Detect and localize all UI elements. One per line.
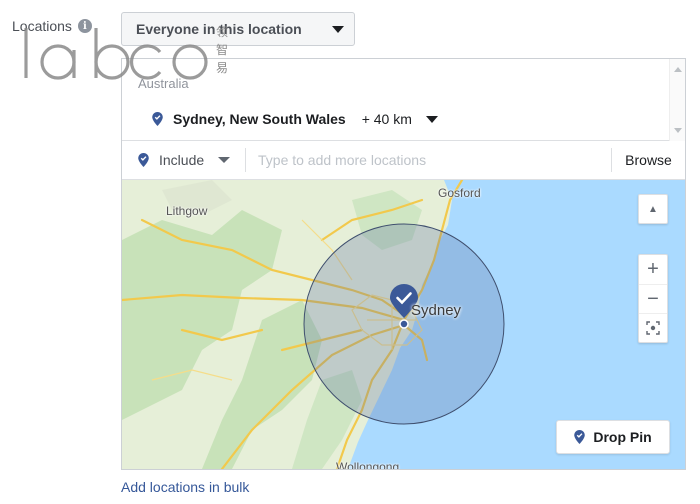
locations-label-text: Locations	[12, 18, 72, 34]
location-search-input[interactable]	[246, 148, 611, 172]
chevron-down-icon	[332, 25, 344, 33]
location-center-dot	[399, 319, 409, 329]
zoom-in-button[interactable]: +	[639, 255, 667, 284]
list-item[interactable]: Sydney, New South Wales + 40 km	[152, 111, 438, 127]
radius-value: + 40 km	[361, 111, 412, 127]
include-exclude-dropdown[interactable]: Include	[122, 148, 246, 172]
location-pin-icon	[138, 153, 149, 167]
map-label-lithgow: Lithgow	[166, 204, 208, 218]
info-icon[interactable]: i	[77, 19, 92, 33]
drop-pin-label: Drop Pin	[593, 429, 652, 445]
location-pin-icon	[574, 430, 586, 444]
map-label-sydney: Sydney	[411, 302, 462, 319]
location-pin-icon	[152, 112, 163, 126]
audience-type-value: Everyone in this location	[136, 21, 302, 37]
location-map[interactable]: Gosford Lithgow Wollongong Sydney ▲ + − …	[122, 180, 685, 469]
recenter-button[interactable]	[639, 313, 667, 342]
map-label-wollongong: Wollongong	[336, 460, 400, 469]
audience-type-dropdown[interactable]: Everyone in this location	[121, 12, 355, 46]
location-name: Sydney, New South Wales	[173, 111, 346, 127]
map-label-gosford: Gosford	[438, 186, 481, 200]
include-label: Include	[159, 152, 205, 168]
location-panel: Australia Sydney, New South Wales + 40 k…	[121, 58, 686, 470]
chevron-up-icon: ▲	[648, 203, 658, 215]
recenter-icon	[646, 321, 660, 335]
locations-label: Locations i	[12, 18, 92, 34]
add-locations-bulk-link[interactable]: Add locations in bulk	[121, 479, 249, 495]
scroll-down-icon[interactable]	[674, 128, 682, 133]
radius-dropdown[interactable]: + 40 km	[362, 111, 438, 127]
chevron-down-icon	[425, 115, 438, 123]
zoom-controls: + −	[638, 254, 668, 343]
scroll-up-icon[interactable]	[674, 67, 682, 72]
map-collapse-button[interactable]: ▲	[638, 194, 668, 224]
zoom-out-button[interactable]: −	[639, 284, 667, 313]
location-search-row: Include Browse	[122, 141, 685, 180]
list-scrollbar[interactable]	[669, 59, 685, 141]
selected-locations-list: Australia Sydney, New South Wales + 40 k…	[122, 59, 685, 141]
browse-button[interactable]: Browse	[611, 148, 685, 172]
drop-pin-button[interactable]: Drop Pin	[556, 420, 670, 454]
chevron-down-icon	[218, 157, 231, 163]
country-group-label: Australia	[138, 76, 189, 91]
